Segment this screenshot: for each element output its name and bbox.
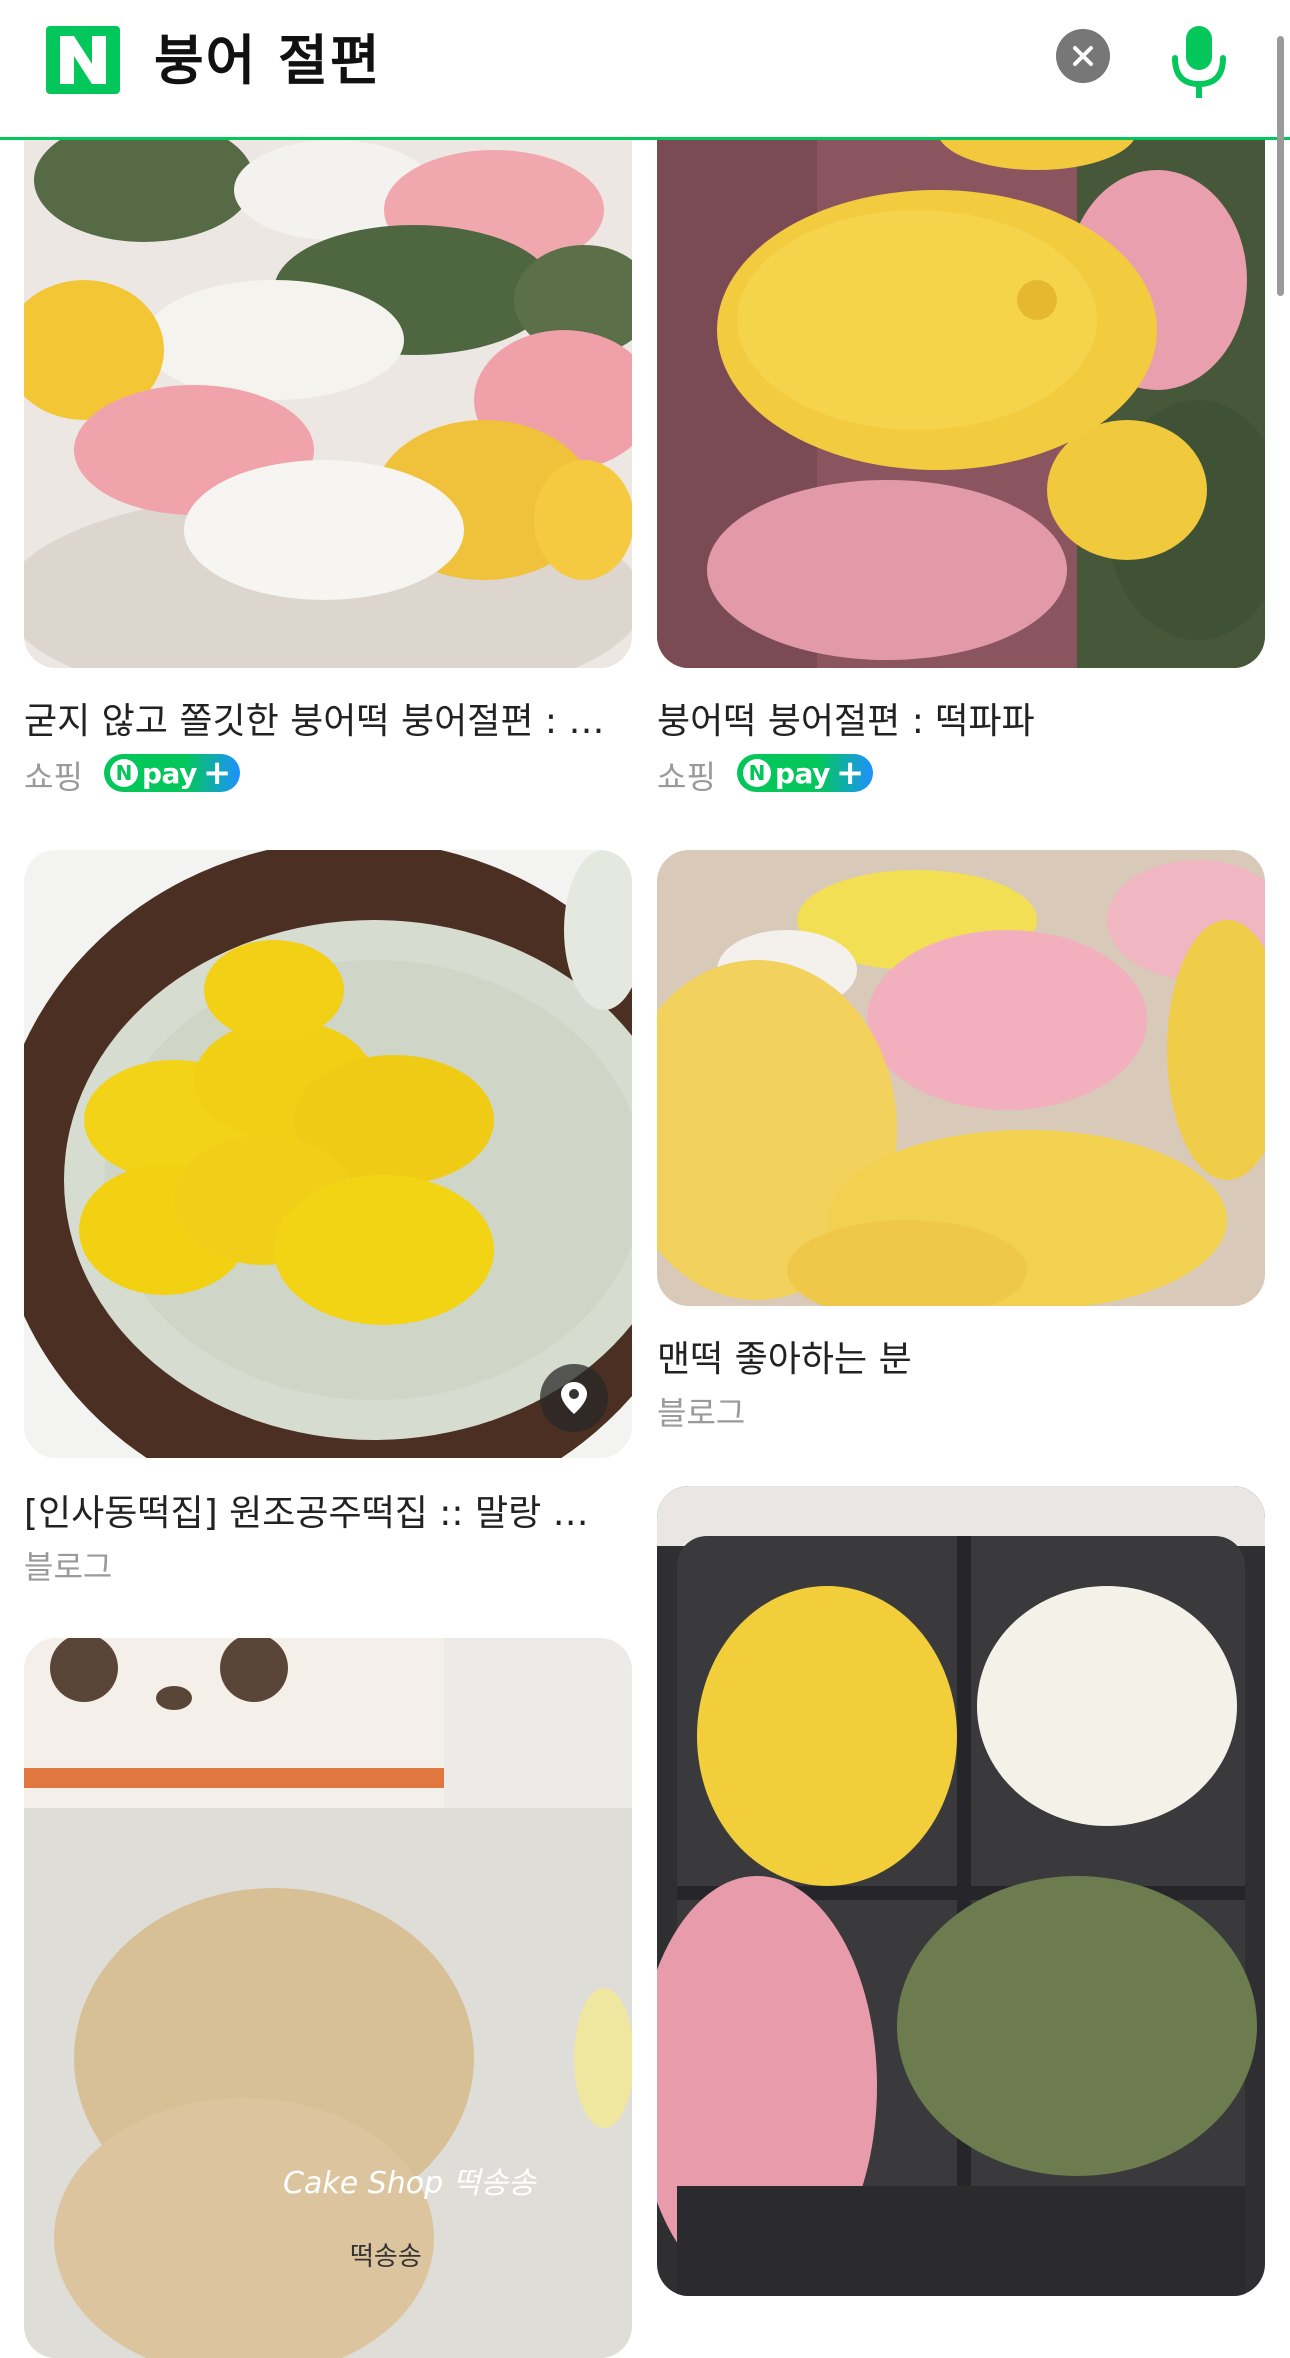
- scrollbar[interactable]: [1277, 36, 1284, 296]
- result-image-6[interactable]: [657, 1486, 1265, 2296]
- watermark-text: Cake Shop 떡송송: [283, 2166, 536, 2201]
- npay-n-icon: N: [743, 759, 771, 787]
- result-source-2: 쇼핑: [657, 758, 716, 796]
- result-image-4[interactable]: [657, 850, 1265, 1306]
- result-source-1: 쇼핑: [24, 758, 83, 796]
- result-image-1[interactable]: [24, 100, 632, 668]
- npay-plus-badge: N pay +: [737, 754, 873, 792]
- naver-logo-icon[interactable]: [46, 26, 120, 94]
- mic-icon[interactable]: [1163, 22, 1235, 102]
- result-title-1[interactable]: 굳지 않고 쫄깃한 붕어떡 붕어절편 : …: [24, 692, 632, 744]
- result-image-3[interactable]: [24, 850, 632, 1458]
- result-source-4: 블로그: [657, 1394, 746, 1432]
- result-title-4[interactable]: 맨떡 좋아하는 분: [657, 1330, 1265, 1382]
- location-pin-icon[interactable]: [540, 1364, 608, 1432]
- result-title-3[interactable]: [인사동떡집] 원조공주떡집 :: 말랑 …: [24, 1484, 632, 1536]
- npay-n-icon: N: [110, 759, 138, 787]
- watermark-label: 떡송송: [350, 2242, 422, 2272]
- npay-plus-badge: N pay +: [104, 754, 240, 792]
- plus-icon: +: [835, 753, 865, 793]
- npay-text: pay: [775, 756, 830, 790]
- result-image-2[interactable]: [657, 100, 1265, 668]
- search-header: 붕어 절편: [0, 0, 1290, 140]
- result-image-5[interactable]: [24, 1638, 632, 2358]
- search-query[interactable]: 붕어 절편: [154, 24, 382, 96]
- result-title-2[interactable]: 붕어떡 붕어절편 : 떡파파: [657, 692, 1265, 744]
- clear-icon[interactable]: [1056, 29, 1110, 83]
- result-source-3: 블로그: [24, 1548, 113, 1586]
- npay-text: pay: [142, 756, 197, 790]
- plus-icon: +: [202, 753, 232, 793]
